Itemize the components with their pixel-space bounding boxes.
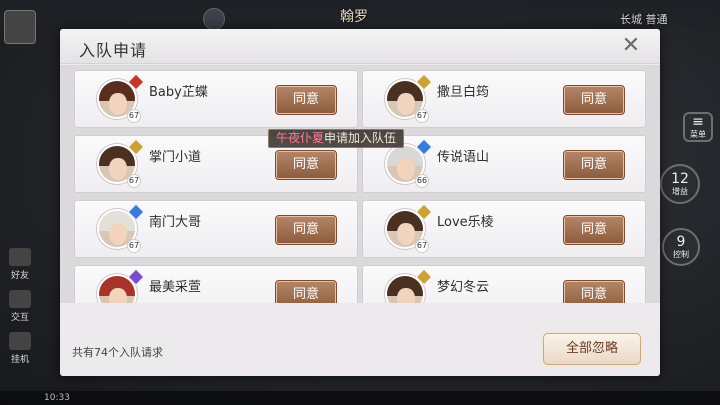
player-name: 撒旦白筠 <box>437 85 490 100</box>
location-text: 长城 普通 <box>620 13 668 26</box>
request-list[interactable]: 67 Baby芷蝶 同意 67 撒旦白筠 同意 67 掌门小道 同意 66 传说语山 同意 67 南门大哥… <box>60 65 660 303</box>
gear-icon[interactable] <box>203 8 225 30</box>
agree-button[interactable]: 同意 <box>563 280 625 303</box>
friend-icon <box>9 248 31 266</box>
dialog-title: 入队申请 <box>79 41 148 60</box>
control-button[interactable]: 9 控制 <box>662 228 700 266</box>
friend-label: 好友 <box>10 271 29 281</box>
level-badge: 67 <box>127 239 141 253</box>
auto-button[interactable]: 挂机 <box>6 332 34 365</box>
menu-button[interactable]: ≡ 菜单 <box>683 112 713 142</box>
portrait-face <box>397 158 415 180</box>
toast-player-name: 午夜仆夏 <box>276 131 325 145</box>
level-badge: 67 <box>415 109 429 123</box>
menu-icon: ≡ <box>692 114 704 130</box>
player-name: 掌门小道 <box>149 150 202 165</box>
player-name: 传说语山 <box>437 150 490 165</box>
dialog-header: 入队申请 ✕ <box>60 29 660 64</box>
request-card: 66 传说语山 同意 <box>362 135 646 193</box>
agree-button[interactable]: 同意 <box>275 215 337 245</box>
player-avatar[interactable] <box>4 10 36 44</box>
level-badge: 67 <box>127 109 141 123</box>
buff-count: 12 <box>671 171 689 187</box>
level-badge: 67 <box>127 174 141 188</box>
portrait-face <box>397 223 415 245</box>
request-count: 共有74个入队请求 <box>72 346 163 359</box>
interact-icon <box>9 290 31 308</box>
auto-icon <box>9 332 31 350</box>
agree-button[interactable]: 同意 <box>275 280 337 303</box>
menu-label: 菜单 <box>690 130 706 139</box>
buff-label: 增益 <box>672 187 688 196</box>
buff-button[interactable]: 12 增益 <box>660 164 700 204</box>
request-card: 67 撒旦白筠 同意 <box>362 70 646 128</box>
portrait-face <box>109 288 127 303</box>
request-card: 67 Baby芷蝶 同意 <box>74 70 358 128</box>
control-label: 控制 <box>673 250 689 259</box>
player-name: Love乐棱 <box>437 215 494 230</box>
agree-button[interactable]: 同意 <box>563 85 625 115</box>
portrait-face <box>397 288 415 303</box>
time-text: 10:33 <box>44 393 70 403</box>
ignore-all-button[interactable]: 全部忽略 <box>543 333 641 365</box>
player-name: 南门大哥 <box>149 215 202 230</box>
control-count: 9 <box>676 234 686 250</box>
banner-text: 翰罗 <box>340 9 368 25</box>
join-toast: 午夜仆夏申请加入队伍 <box>268 129 405 148</box>
agree-button[interactable]: 同意 <box>275 150 337 180</box>
request-card: 67 南门大哥 同意 <box>74 200 358 258</box>
level-badge: 66 <box>415 174 429 188</box>
status-bar: 10:33 <box>0 391 720 405</box>
request-card: 67 Love乐棱 同意 <box>362 200 646 258</box>
auto-label: 挂机 <box>10 355 29 365</box>
player-name: 最美采萱 <box>149 280 202 295</box>
portrait-face <box>109 93 127 115</box>
request-card: 最美采萱 同意 <box>74 265 358 303</box>
toast-message: 申请加入队伍 <box>324 131 397 145</box>
team-request-dialog: 入队申请 ✕ 67 Baby芷蝶 同意 67 撒旦白筠 同意 67 掌门小道 同意 66 传说语山同… <box>60 29 660 376</box>
portrait-face <box>109 158 127 180</box>
agree-button[interactable]: 同意 <box>563 215 625 245</box>
portrait-face <box>397 93 415 115</box>
request-card: 梦幻冬云 同意 <box>362 265 646 303</box>
portrait-face <box>109 223 127 245</box>
agree-button[interactable]: 同意 <box>275 85 337 115</box>
agree-button[interactable]: 同意 <box>563 150 625 180</box>
interact-label: 交互 <box>10 313 29 323</box>
level-badge: 67 <box>415 239 429 253</box>
interact-button[interactable]: 交互 <box>6 290 34 323</box>
friend-button[interactable]: 好友 <box>6 248 34 281</box>
close-icon[interactable]: ✕ <box>620 35 642 57</box>
dialog-footer: 共有74个入队请求 全部忽略 <box>60 325 660 376</box>
player-name: 梦幻冬云 <box>437 280 490 295</box>
player-name: Baby芷蝶 <box>149 85 208 100</box>
